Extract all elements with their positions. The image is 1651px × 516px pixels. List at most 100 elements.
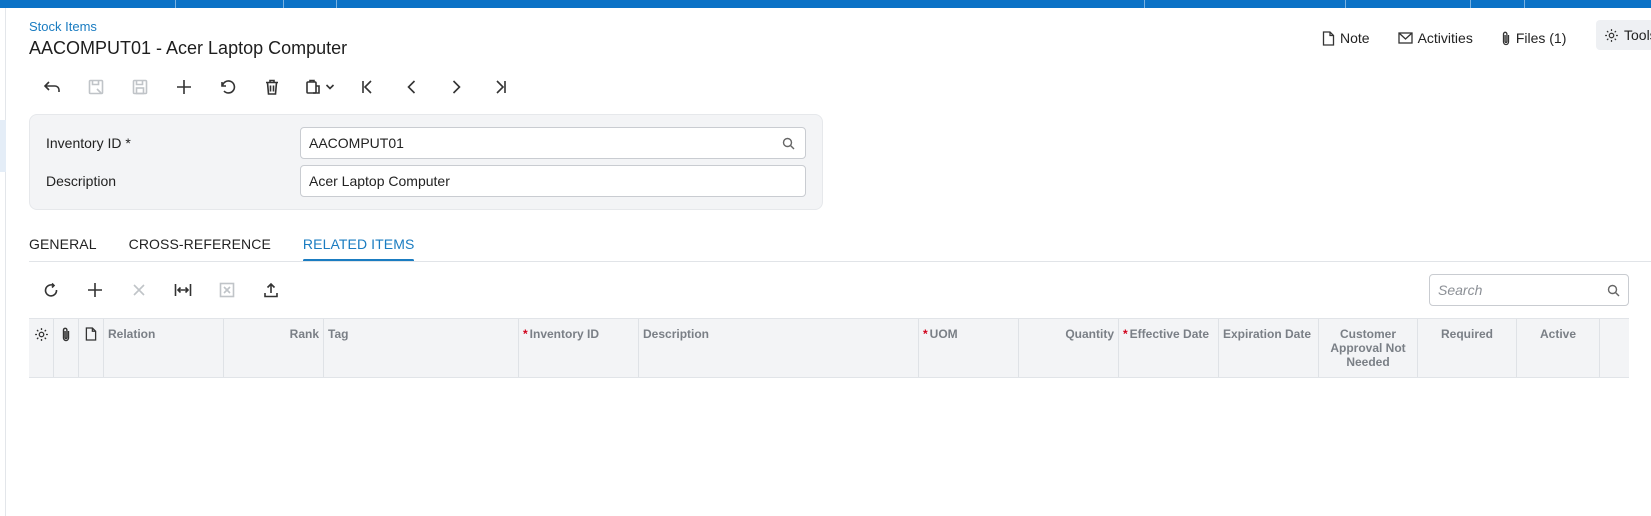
chevron-down-icon	[325, 84, 335, 90]
undo-icon	[221, 80, 236, 94]
first-record-button[interactable]	[346, 75, 390, 99]
note-label: Note	[1340, 30, 1370, 46]
tab-bar: GENERAL CROSS-REFERENCE RELATED ITEMS	[29, 236, 446, 262]
fit-columns-icon	[174, 284, 192, 296]
undo-button[interactable]	[206, 75, 250, 99]
refresh-button[interactable]	[29, 278, 73, 302]
column-effective-date[interactable]: * Effective Date	[1119, 319, 1219, 377]
column-required-label: Required	[1440, 327, 1493, 341]
column-active[interactable]: Active	[1517, 319, 1600, 377]
files-button[interactable]: Files (1)	[1501, 30, 1567, 46]
gear-icon	[1605, 28, 1618, 42]
delete-row-icon	[133, 284, 145, 296]
paperclip-icon	[62, 327, 70, 342]
column-effective-date-label: Effective Date	[1129, 327, 1210, 341]
search-placeholder: Search	[1438, 282, 1483, 298]
save-close-button[interactable]	[74, 75, 118, 99]
tab-related-items[interactable]: RELATED ITEMS	[302, 236, 415, 262]
column-relation[interactable]: Relation	[104, 319, 224, 377]
tab-divider	[29, 261, 1651, 262]
upload-button[interactable]	[249, 278, 293, 302]
add-icon	[177, 80, 191, 94]
column-inventory-id[interactable]: * Inventory ID	[519, 319, 639, 377]
required-marker: *	[1123, 327, 1128, 341]
grid-search-input[interactable]: Search	[1429, 274, 1629, 306]
column-inventory-id-label: Inventory ID	[529, 327, 600, 341]
export-excel-icon	[219, 282, 235, 298]
delete-icon	[266, 79, 278, 95]
inventory-id-value: AACOMPUT01	[309, 135, 404, 151]
upload-icon	[264, 282, 278, 298]
tab-general[interactable]: GENERAL	[29, 236, 97, 262]
page-title: AACOMPUT01 - Acer Laptop Computer	[29, 38, 348, 58]
column-uom-label: UOM	[929, 327, 958, 341]
gear-icon	[34, 328, 48, 341]
column-customer-approval-label: Customer Approval Not Needed	[1330, 327, 1406, 369]
column-settings-header[interactable]	[29, 319, 54, 377]
required-marker: *	[523, 327, 528, 341]
save-close-icon	[88, 79, 104, 95]
copy-paste-menu-button[interactable]	[294, 75, 346, 99]
related-items-grid-header: Relation Rank Tag * Inventory ID Descript…	[29, 318, 1629, 378]
tools-label: Tools	[1624, 27, 1651, 43]
search-icon[interactable]	[782, 137, 795, 150]
column-tag-label: Tag	[328, 327, 349, 341]
description-value: Acer Laptop Computer	[309, 173, 450, 189]
save-button[interactable]	[118, 75, 162, 99]
add-row-button[interactable]	[73, 278, 117, 302]
header-actions: Note Activities Files (1)	[1322, 26, 1594, 50]
column-uom[interactable]: * UOM	[919, 319, 1019, 377]
fit-columns-button[interactable]	[161, 278, 205, 302]
note-button[interactable]: Note	[1322, 30, 1370, 46]
column-quantity[interactable]: Quantity	[1019, 319, 1119, 377]
files-label: Files (1)	[1515, 30, 1567, 46]
column-rank-label: Rank	[289, 327, 319, 341]
back-button[interactable]	[30, 75, 74, 99]
next-record-button[interactable]	[434, 75, 478, 99]
column-rank[interactable]: Rank	[224, 319, 324, 377]
breadcrumb[interactable]: Stock Items	[29, 19, 97, 34]
last-record-icon	[496, 80, 506, 94]
tab-cross-reference[interactable]: CROSS-REFERENCE	[129, 236, 271, 262]
top-navigation-bar	[0, 0, 1651, 8]
mail-icon	[1397, 32, 1413, 44]
column-required[interactable]: Required	[1418, 319, 1517, 377]
copy-paste-icon	[306, 79, 320, 94]
previous-record-icon	[407, 80, 416, 94]
column-description[interactable]: Description	[639, 319, 919, 377]
attachments-header[interactable]	[54, 319, 79, 377]
next-record-icon	[452, 80, 461, 94]
column-expiration-date-label: Expiration Date	[1223, 327, 1312, 341]
grid-toolbar	[29, 278, 293, 302]
column-customer-approval-not-needed[interactable]: Customer Approval Not Needed	[1319, 319, 1418, 377]
last-record-button[interactable]	[478, 75, 522, 99]
save-icon	[132, 79, 148, 95]
export-excel-button[interactable]	[205, 278, 249, 302]
column-tag[interactable]: Tag	[324, 319, 519, 377]
delete-button[interactable]	[250, 75, 294, 99]
paperclip-icon	[1502, 31, 1509, 45]
column-expiration-date[interactable]: Expiration Date	[1219, 319, 1319, 377]
column-description-label: Description	[643, 327, 710, 341]
notes-header[interactable]	[79, 319, 104, 377]
tools-button[interactable]: Tools	[1596, 20, 1651, 50]
search-icon[interactable]	[1607, 284, 1620, 297]
back-icon	[43, 81, 60, 92]
column-active-label: Active	[1539, 327, 1577, 341]
column-quantity-label: Quantity	[1065, 327, 1114, 341]
previous-record-button[interactable]	[390, 75, 434, 99]
inventory-id-label: Inventory ID *	[46, 135, 131, 151]
add-button[interactable]	[162, 75, 206, 99]
description-field[interactable]: Acer Laptop Computer	[300, 165, 806, 197]
delete-row-button[interactable]	[117, 278, 161, 302]
inventory-id-field[interactable]: AACOMPUT01	[300, 127, 806, 159]
left-sidebar-strip	[0, 8, 6, 516]
note-icon	[1322, 30, 1335, 46]
refresh-icon	[44, 282, 58, 297]
note-icon	[85, 327, 97, 341]
summary-form: Inventory ID * AACOMPUT01 Description Ac…	[29, 114, 823, 210]
column-relation-label: Relation	[108, 327, 156, 341]
required-marker: *	[923, 327, 928, 341]
add-row-icon	[88, 283, 102, 297]
activities-button[interactable]: Activities	[1397, 30, 1473, 46]
